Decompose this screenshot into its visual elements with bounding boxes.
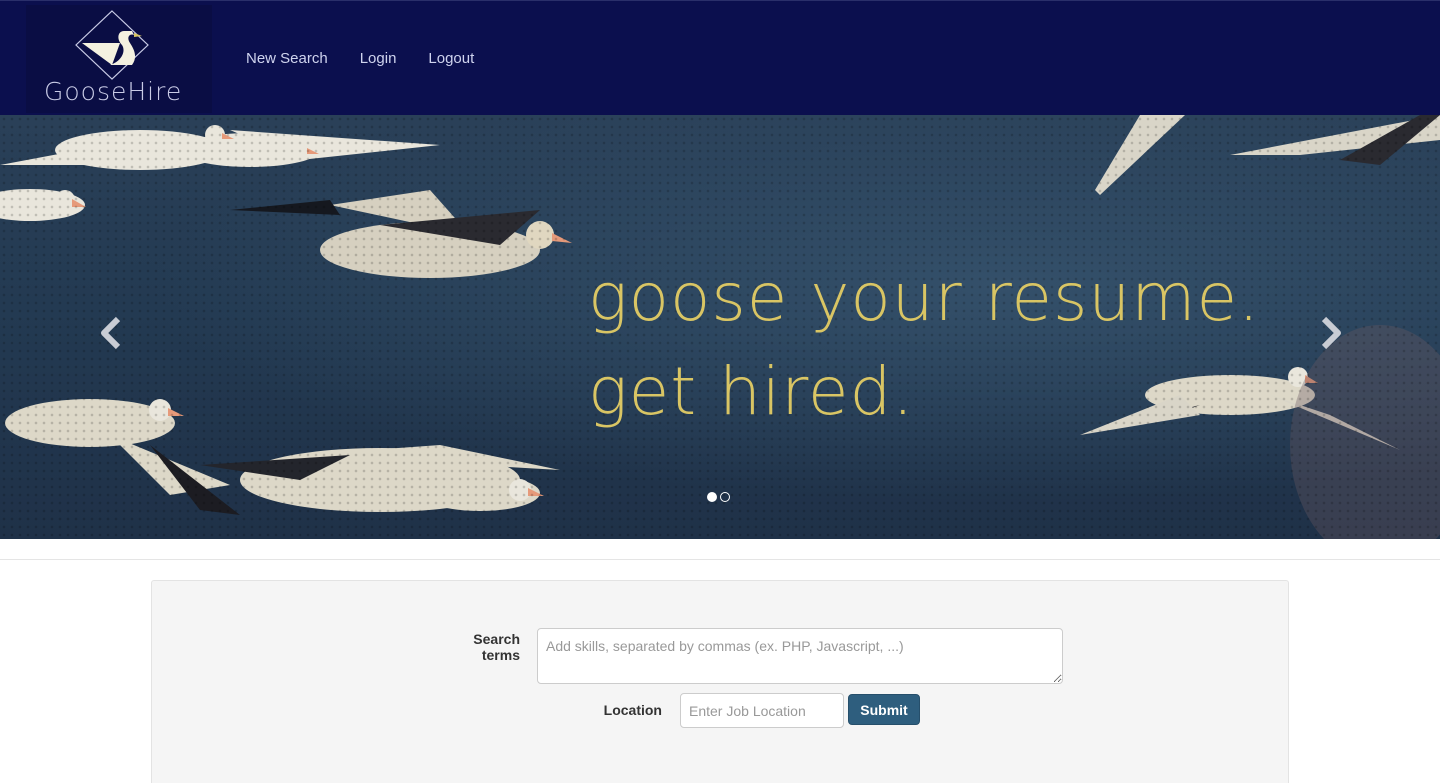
nav-logout-link[interactable]: Logout xyxy=(412,49,490,69)
nav-login-link[interactable]: Login xyxy=(344,49,413,69)
chevron-left-icon xyxy=(101,316,121,350)
section-divider xyxy=(0,559,1440,560)
search-terms-label: Search terms xyxy=(473,631,520,663)
submit-button[interactable]: Submit xyxy=(848,694,920,725)
search-form-panel: Search terms Location Submit xyxy=(151,580,1289,783)
top-navbar: GooseHire New Search Login Logout xyxy=(0,0,1440,115)
goose-diamond-logo-icon xyxy=(75,10,149,80)
hero-headline-line-2: get hired. xyxy=(588,353,915,430)
carousel-indicator-2[interactable] xyxy=(720,492,730,502)
brand-logo-link[interactable]: GooseHire xyxy=(26,5,212,113)
location-input[interactable] xyxy=(680,693,844,728)
chevron-right-icon xyxy=(1321,316,1341,350)
carousel-prev-button[interactable] xyxy=(92,311,132,355)
carousel-next-button[interactable] xyxy=(1310,311,1350,355)
carousel-indicator-1[interactable] xyxy=(707,492,717,502)
hero-carousel: goose your resume. get hired. xyxy=(0,115,1440,539)
location-label: Location xyxy=(603,702,662,718)
search-terms-input[interactable] xyxy=(537,628,1063,684)
carousel-indicators xyxy=(707,492,730,502)
brand-name: GooseHire xyxy=(44,77,183,106)
hero-headline-line-1: goose your resume. xyxy=(588,259,1261,336)
nav-new-search-link[interactable]: New Search xyxy=(230,49,344,69)
main-nav: New Search Login Logout xyxy=(230,49,490,69)
hero-headline: goose your resume. get hired. xyxy=(588,251,1260,439)
